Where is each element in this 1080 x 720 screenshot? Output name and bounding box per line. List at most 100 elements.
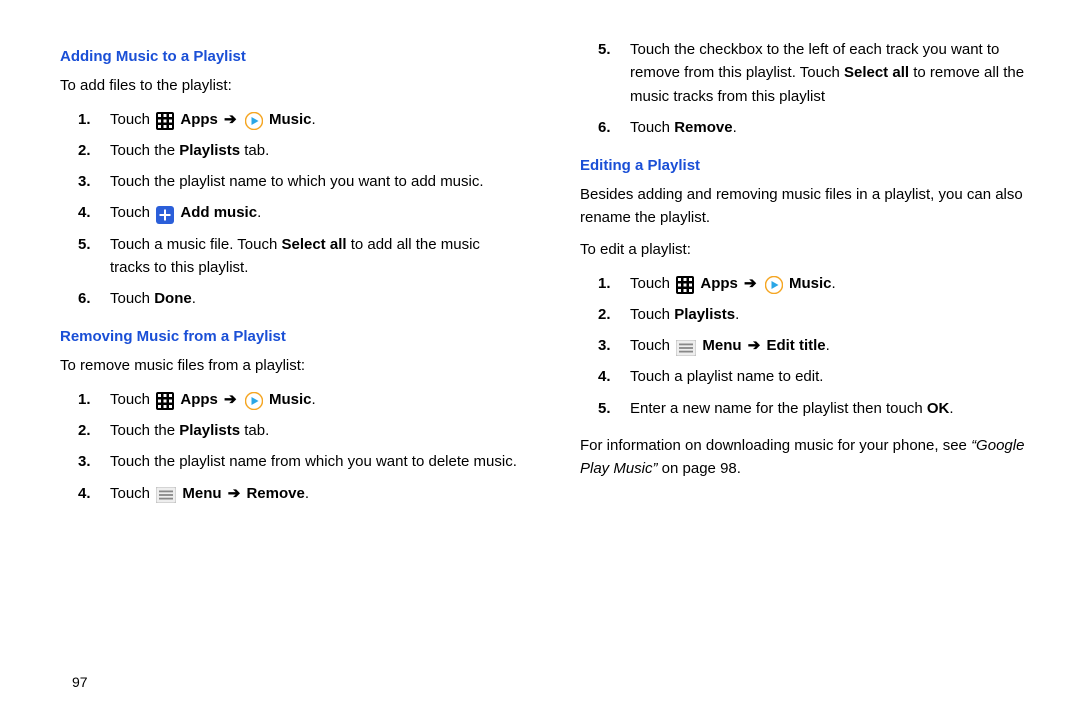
plus-icon: [156, 206, 174, 224]
right-column: 5.Touch the checkbox to the left of each…: [580, 30, 1040, 513]
step-body: Touch Menu ➔ Remove.: [110, 482, 520, 505]
step-number: 2.: [60, 139, 110, 162]
apps-icon: [156, 392, 174, 410]
step-number: 6.: [580, 116, 630, 139]
step-body: Touch a music file. Touch Select all to …: [110, 233, 520, 280]
step-bold: Music: [269, 111, 312, 128]
step-body: Touch Menu ➔ Edit title.: [630, 334, 1040, 357]
intro-editing-body: Besides adding and removing music files …: [580, 184, 1040, 229]
page-number: 97: [72, 674, 88, 690]
step-item: 2.Touch Playlists.: [580, 303, 1040, 326]
step-bold: Apps: [180, 111, 218, 128]
step-item: 2.Touch the Playlists tab.: [60, 419, 520, 442]
step-bold: Music: [789, 275, 832, 292]
step-number: 4.: [60, 482, 110, 505]
arrow-icon: ➔: [222, 108, 239, 131]
step-bold: Done: [154, 290, 192, 307]
step-number: 3.: [60, 450, 110, 473]
step-bold: Menu: [702, 337, 741, 354]
apps-icon: [156, 112, 174, 130]
music-icon: [765, 276, 783, 294]
step-bold: Menu: [182, 485, 221, 502]
step-bold: Select all: [844, 64, 909, 81]
step-body: Touch Apps ➔ Music.: [110, 108, 520, 131]
step-number: 1.: [60, 388, 110, 411]
step-body: Touch Apps ➔ Music.: [630, 272, 1040, 295]
step-number: 4.: [580, 365, 630, 388]
steps-editing: 1.Touch Apps ➔ Music.2.Touch Playlists.3…: [580, 272, 1040, 420]
step-bold: Music: [269, 391, 312, 408]
step-bold: Apps: [700, 275, 738, 292]
step-number: 2.: [580, 303, 630, 326]
step-number: 5.: [60, 233, 110, 256]
step-bold: Playlists: [674, 306, 735, 323]
arrow-icon: ➔: [746, 334, 763, 357]
step-item: 4.Touch a playlist name to edit.: [580, 365, 1040, 388]
menu-icon: [676, 340, 696, 356]
step-bold: Remove: [246, 485, 304, 502]
step-body: Touch Add music.: [110, 201, 520, 224]
step-item: 4.Touch Add music.: [60, 201, 520, 224]
steps-removing-cont: 5.Touch the checkbox to the left of each…: [580, 38, 1040, 139]
step-item: 6.Touch Done.: [60, 287, 520, 310]
intro-adding: To add files to the playlist:: [60, 75, 520, 98]
step-item: 1.Touch Apps ➔ Music.: [60, 108, 520, 131]
arrow-icon: ➔: [222, 388, 239, 411]
apps-icon: [676, 276, 694, 294]
intro-removing: To remove music files from a playlist:: [60, 355, 520, 378]
step-item: 1.Touch Apps ➔ Music.: [580, 272, 1040, 295]
arrow-icon: ➔: [226, 482, 243, 505]
step-body: Touch the playlist name to which you wan…: [110, 170, 520, 193]
step-item: 3.Touch the playlist name to which you w…: [60, 170, 520, 193]
step-body: Touch the Playlists tab.: [110, 139, 520, 162]
heading-adding-music: Adding Music to a Playlist: [60, 48, 520, 65]
step-item: 6.Touch Remove.: [580, 116, 1040, 139]
step-item: 5.Enter a new name for the playlist then…: [580, 397, 1040, 420]
step-item: 3.Touch the playlist name from which you…: [60, 450, 520, 473]
step-bold: Playlists: [179, 142, 240, 159]
step-body: Touch Remove.: [630, 116, 1040, 139]
step-body: Touch a playlist name to edit.: [630, 365, 1040, 388]
step-bold: Add music: [180, 204, 257, 221]
step-body: Touch Apps ➔ Music.: [110, 388, 520, 411]
closing-note: For information on downloading music for…: [580, 434, 1040, 481]
step-body: Enter a new name for the playlist then t…: [630, 397, 1040, 420]
step-bold: Edit title: [766, 337, 825, 354]
step-item: 3.Touch Menu ➔ Edit title.: [580, 334, 1040, 357]
step-body: Touch the playlist name from which you w…: [110, 450, 520, 473]
step-item: 2.Touch the Playlists tab.: [60, 139, 520, 162]
closing-post: on page 98.: [658, 460, 741, 477]
step-number: 3.: [60, 170, 110, 193]
step-item: 4.Touch Menu ➔ Remove.: [60, 482, 520, 505]
step-bold: Remove: [674, 119, 732, 136]
left-column: Adding Music to a Playlist To add files …: [60, 30, 520, 513]
music-icon: [245, 392, 263, 410]
step-bold: Apps: [180, 391, 218, 408]
steps-adding: 1.Touch Apps ➔ Music.2.Touch the Playlis…: [60, 108, 520, 311]
step-number: 1.: [60, 108, 110, 131]
heading-removing-music: Removing Music from a Playlist: [60, 328, 520, 345]
menu-icon: [156, 487, 176, 503]
step-item: 1.Touch Apps ➔ Music.: [60, 388, 520, 411]
arrow-icon: ➔: [742, 272, 759, 295]
step-body: Touch the checkbox to the left of each t…: [630, 38, 1040, 108]
step-number: 5.: [580, 397, 630, 420]
intro-editing: To edit a playlist:: [580, 239, 1040, 262]
step-number: 5.: [580, 38, 630, 61]
step-bold: OK: [927, 400, 950, 417]
step-body: Touch Playlists.: [630, 303, 1040, 326]
steps-removing: 1.Touch Apps ➔ Music.2.Touch the Playlis…: [60, 388, 520, 505]
step-bold: Playlists: [179, 422, 240, 439]
step-number: 1.: [580, 272, 630, 295]
step-item: 5.Touch a music file. Touch Select all t…: [60, 233, 520, 280]
step-number: 3.: [580, 334, 630, 357]
heading-editing: Editing a Playlist: [580, 157, 1040, 174]
step-item: 5.Touch the checkbox to the left of each…: [580, 38, 1040, 108]
step-number: 6.: [60, 287, 110, 310]
step-bold: Select all: [281, 236, 346, 253]
step-number: 2.: [60, 419, 110, 442]
step-number: 4.: [60, 201, 110, 224]
closing-pre: For information on downloading music for…: [580, 437, 971, 454]
music-icon: [245, 112, 263, 130]
step-body: Touch the Playlists tab.: [110, 419, 520, 442]
